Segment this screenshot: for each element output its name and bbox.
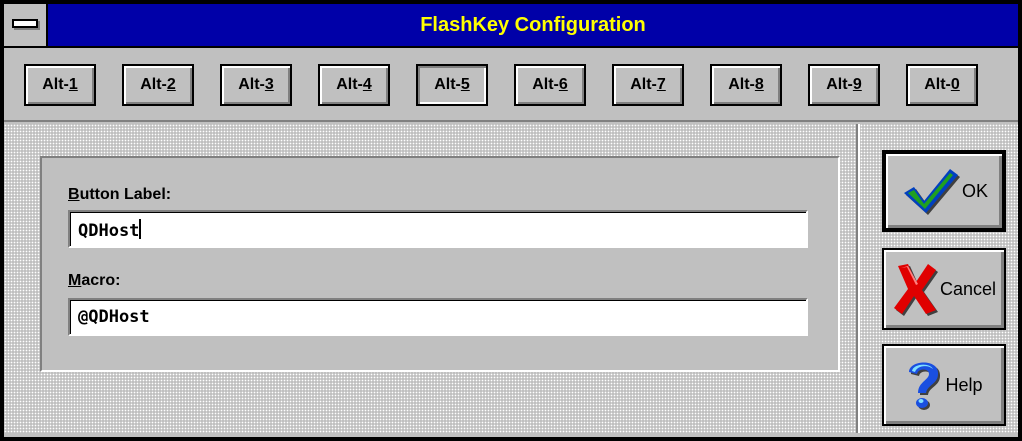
content-area: Button Label: QDHost Macro: @QDHost	[4, 124, 856, 433]
system-menu-icon	[12, 19, 38, 28]
macro-accel: M	[68, 272, 82, 289]
alt-2-key: 2	[166, 76, 176, 93]
alt-3-key: 3	[264, 76, 274, 93]
macro-caption: Macro:	[68, 272, 120, 290]
alt-6-button[interactable]: Alt- 6	[514, 64, 586, 106]
fields-panel: Button Label: QDHost Macro: @QDHost	[40, 156, 840, 372]
cancel-label: Cancel	[939, 278, 997, 299]
alt-0-prefix: Alt-	[924, 76, 951, 93]
macro-caption-text: acro:	[81, 272, 121, 289]
help-button[interactable]: Help	[882, 344, 1006, 426]
alt-1-key: 1	[68, 76, 78, 93]
system-menu-button[interactable]	[4, 4, 48, 46]
alt-8-key: 8	[754, 76, 764, 93]
checkmark-icon	[903, 169, 960, 215]
button-label-input[interactable]: QDHost	[68, 210, 808, 248]
flashkey-config-dialog: FlashKey Configuration Alt- 1 Alt- 2 Alt- 3…	[0, 0, 1022, 441]
button-label-caption-text: utton Label:	[79, 186, 172, 203]
button-label-value: QDHost	[78, 221, 140, 241]
ok-button[interactable]: OK	[882, 150, 1006, 232]
help-label: Help	[945, 374, 983, 395]
alt-2-button[interactable]: Alt- 2	[122, 64, 194, 106]
alt-1-button[interactable]: Alt- 1	[24, 64, 96, 106]
alt-4-prefix: Alt-	[336, 76, 363, 93]
button-label-accel: B	[68, 186, 80, 203]
title-bar: FlashKey Configuration	[4, 4, 1018, 48]
alt-9-key: 9	[852, 76, 862, 93]
button-label-caption: Button Label:	[68, 186, 171, 204]
alt-key-toolbar: Alt- 1 Alt- 2 Alt- 3 Alt- 4 Alt- 5 Alt- 6 Alt-…	[4, 50, 1018, 122]
alt-0-button[interactable]: Alt- 0	[906, 64, 978, 106]
alt-7-key: 7	[656, 76, 666, 93]
alt-0-key: 0	[950, 76, 960, 93]
action-buttons-panel: OK Cancel Help	[860, 124, 1018, 433]
window-title: FlashKey Configuration	[420, 14, 646, 36]
alt-5-button[interactable]: Alt- 5	[416, 64, 488, 106]
macro-value: @QDHost	[78, 307, 150, 327]
alt-5-prefix: Alt-	[434, 76, 461, 93]
alt-4-key: 4	[362, 76, 372, 93]
alt-9-button[interactable]: Alt- 9	[808, 64, 880, 106]
question-mark-icon	[909, 362, 941, 410]
alt-7-button[interactable]: Alt- 7	[612, 64, 684, 106]
ok-label: OK	[961, 180, 988, 201]
alt-1-prefix: Alt-	[42, 76, 69, 93]
cancel-button[interactable]: Cancel	[882, 248, 1006, 330]
alt-4-button[interactable]: Alt- 4	[318, 64, 390, 106]
text-caret	[139, 219, 142, 239]
alt-2-prefix: Alt-	[140, 76, 167, 93]
alt-3-button[interactable]: Alt- 3	[220, 64, 292, 106]
alt-3-prefix: Alt-	[238, 76, 265, 93]
alt-8-button[interactable]: Alt- 8	[710, 64, 782, 106]
alt-5-key: 5	[460, 76, 470, 93]
alt-7-prefix: Alt-	[630, 76, 657, 93]
red-x-icon	[893, 264, 938, 316]
alt-8-prefix: Alt-	[728, 76, 755, 93]
alt-6-prefix: Alt-	[532, 76, 559, 93]
alt-9-prefix: Alt-	[826, 76, 853, 93]
alt-6-key: 6	[558, 76, 568, 93]
macro-input[interactable]: @QDHost	[68, 298, 808, 336]
